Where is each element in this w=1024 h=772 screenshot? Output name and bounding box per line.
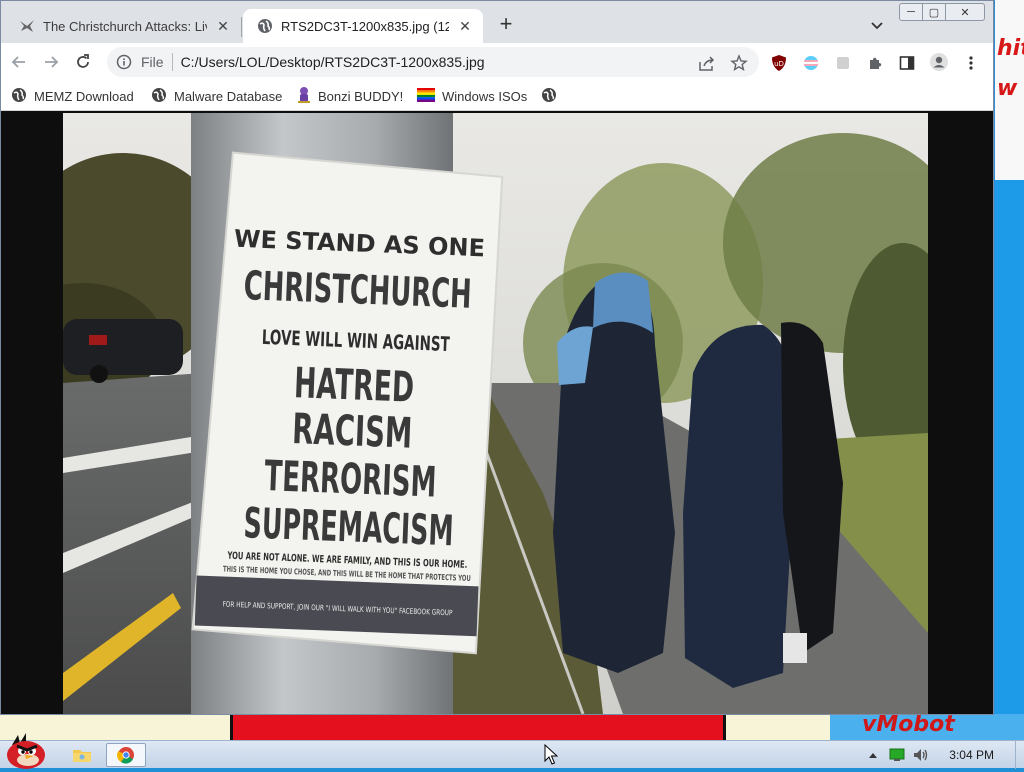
bird-favicon-icon — [19, 18, 35, 34]
maximize-button[interactable]: ▢ — [923, 4, 946, 20]
close-window-button[interactable]: ✕ — [946, 4, 984, 20]
tab-separator — [241, 17, 242, 37]
rainbow-flag-icon — [417, 87, 435, 105]
bookmark-malware-database[interactable]: Malware Database — [151, 86, 282, 106]
back-arrow-icon[interactable] — [8, 51, 30, 73]
share-icon[interactable] — [697, 54, 717, 74]
bookmark-star-icon[interactable] — [729, 53, 749, 73]
globe-icon — [541, 87, 557, 106]
ublock-icon[interactable]: uD — [769, 53, 789, 73]
scheme-label: File — [141, 54, 164, 70]
trans-flag-icon[interactable] — [801, 53, 821, 73]
tab-image-file[interactable]: RTS2DC3T-1200x835.jpg (1200 ✕ — [243, 9, 483, 43]
tab-search-chevron-icon[interactable] — [867, 15, 887, 35]
tab-title: The Christchurch Attacks: Lives — [43, 18, 207, 34]
extension-square-icon[interactable] — [833, 53, 853, 73]
puzzle-icon[interactable] — [865, 53, 885, 73]
bookmark-label: Bonzi BUDDY! — [318, 88, 404, 104]
bonzi-icon — [297, 86, 311, 107]
poster-line: SUPREMACISM — [243, 498, 455, 555]
wallpaper-text: hit — [997, 36, 1024, 61]
close-tab-icon[interactable]: ✕ — [457, 18, 473, 34]
wallpaper-text-2: w — [997, 76, 1018, 101]
wallpaper-art-right: hit w — [995, 0, 1024, 740]
info-icon[interactable] — [115, 53, 133, 71]
mouse-cursor-icon — [544, 743, 559, 766]
globe-icon — [151, 87, 167, 106]
system-tray: 3:04 PM — [859, 741, 1024, 769]
minimize-button[interactable]: ─ — [900, 4, 923, 20]
show-hidden-icons-icon[interactable] — [863, 745, 883, 765]
bookmark-label: Malware Database — [174, 88, 283, 104]
explorer-folder-icon[interactable] — [62, 743, 102, 767]
tab-title: RTS2DC3T-1200x835.jpg (1200 — [281, 18, 449, 34]
poster-line: TERRORISM — [264, 451, 438, 507]
new-tab-button[interactable]: + — [494, 13, 518, 37]
angry-bird-start-icon[interactable] — [4, 731, 48, 769]
url-text[interactable]: C:/Users/LOL/Desktop/RTS2DC3T-1200x835.j… — [181, 54, 485, 70]
browser-toolbar: File C:/Users/LOL/Desktop/RTS2DC3T-1200x… — [1, 43, 993, 81]
wallpaper-art-bottom: vMobot — [0, 714, 1024, 740]
bookmark-memz[interactable]: MEMZ Download — [11, 86, 134, 106]
volume-icon[interactable] — [911, 745, 931, 765]
bookmark-untitled[interactable] — [541, 86, 557, 106]
wallpaper-text-bottom: vMobot — [862, 714, 955, 737]
clock[interactable]: 3:04 PM — [949, 748, 994, 762]
address-bar[interactable]: File C:/Users/LOL/Desktop/RTS2DC3T-1200x… — [107, 47, 759, 77]
tab-christchurch-attacks[interactable]: The Christchurch Attacks: Lives ✕ — [5, 9, 241, 43]
displayed-photo: WE STAND AS ONE CHRISTCHURCH LOVE WILL W… — [63, 113, 928, 714]
poster-line: RACISM — [291, 404, 413, 458]
close-tab-icon[interactable]: ✕ — [215, 18, 231, 34]
menu-dots-icon[interactable] — [961, 53, 981, 73]
image-viewport: WE STAND AS ONE CHRISTCHURCH LOVE WILL W… — [1, 111, 993, 714]
browser-window: The Christchurch Attacks: Lives ✕ RTS2DC… — [0, 0, 994, 715]
poster-line: CHRISTCHURCH — [243, 263, 473, 318]
profile-icon[interactable] — [929, 52, 949, 72]
poster-line: HATRED — [293, 358, 415, 412]
chrome-icon[interactable] — [106, 743, 146, 767]
address-divider — [171, 53, 173, 71]
bookmark-windows-isos[interactable]: Windows ISOs — [417, 86, 527, 106]
bookmark-label: MEMZ Download — [34, 88, 134, 104]
svg-text:uD: uD — [774, 60, 784, 68]
bookmark-bonzi-buddy[interactable]: Bonzi BUDDY! — [297, 86, 403, 106]
show-desktop-button[interactable] — [1015, 741, 1024, 769]
sidepanel-icon[interactable] — [897, 53, 917, 73]
taskbar: 3:04 PM — [0, 733, 1024, 769]
bookmark-label: Windows ISOs — [442, 88, 528, 104]
reload-icon[interactable] — [72, 51, 94, 73]
tab-strip: The Christchurch Attacks: Lives ✕ RTS2DC… — [1, 1, 993, 43]
network-icon[interactable] — [887, 745, 907, 765]
window-controls: ─ ▢ ✕ — [899, 3, 985, 21]
globe-icon — [11, 87, 27, 106]
globe-favicon-icon — [257, 18, 273, 34]
bookmarks-bar: MEMZ Download Malware Database Bonzi BUD… — [1, 81, 993, 111]
forward-arrow-icon[interactable] — [40, 51, 62, 73]
